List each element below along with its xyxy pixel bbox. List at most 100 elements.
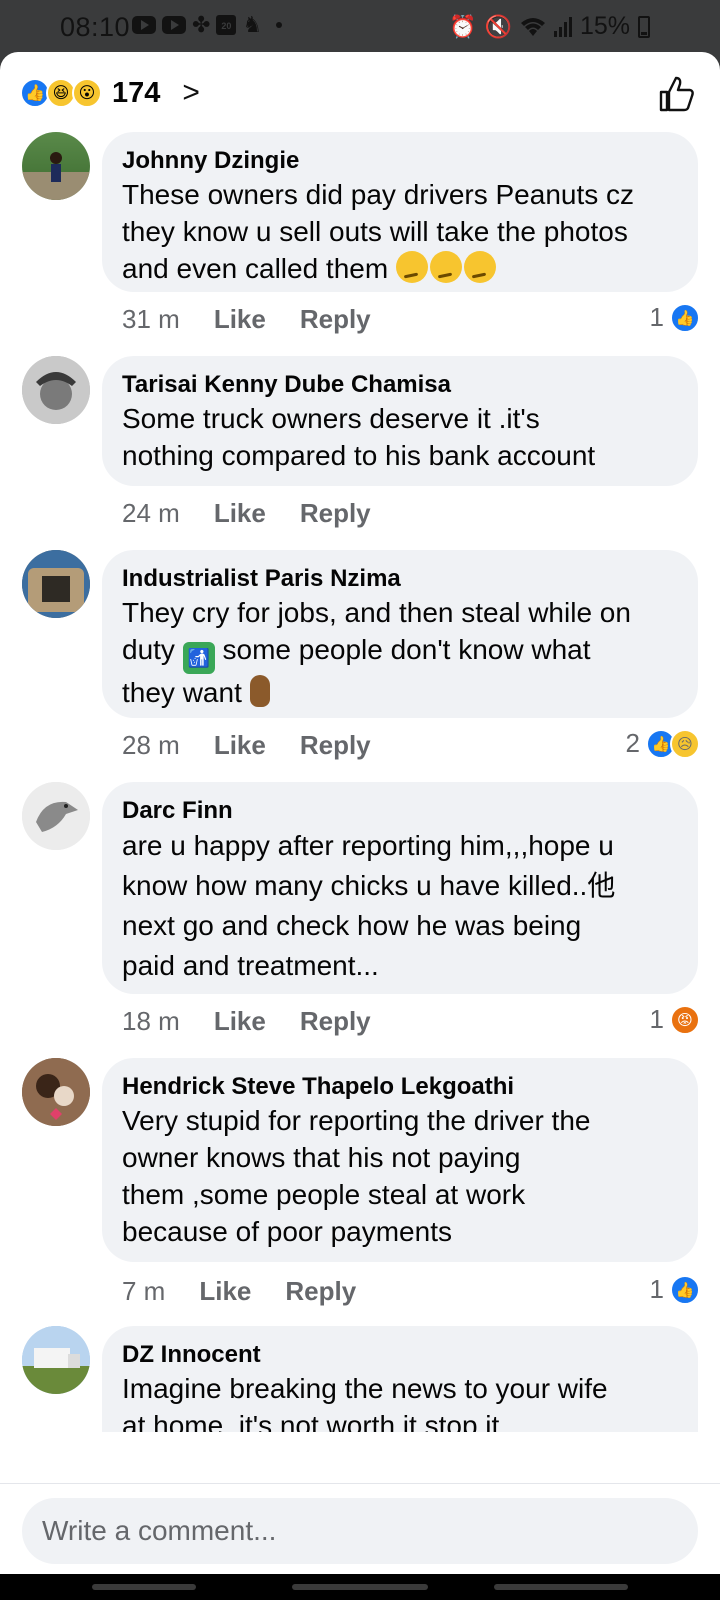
comment-reactions[interactable]: 1 😡 <box>650 1004 700 1035</box>
system-navigation-bar <box>0 1574 720 1600</box>
like-button[interactable]: Like <box>214 730 266 761</box>
comment-reaction-count: 2 <box>625 728 640 758</box>
nav-indicator[interactable] <box>292 1584 428 1590</box>
avatar[interactable] <box>22 550 90 618</box>
reply-button[interactable]: Reply <box>300 730 371 761</box>
comment-line: These owners did pay drivers Peanuts cz <box>122 179 635 210</box>
avatar[interactable] <box>22 1058 90 1126</box>
comment-author[interactable]: Darc Finn <box>122 796 678 826</box>
comment-line: at home, it's not worth it stop it. <box>122 1410 508 1432</box>
comment-author[interactable]: Johnny Dzingie <box>122 146 678 176</box>
comment-meta: 31 m Like Reply <box>122 304 371 335</box>
comment-line-text: some people don't know what <box>222 634 591 665</box>
comment-reaction-count: 1 <box>649 1004 664 1034</box>
comment-bubble: Industrialist Paris Nzima They cry for j… <box>102 550 698 718</box>
reply-button[interactable]: Reply <box>300 498 371 529</box>
status-time: 08:10 <box>60 12 131 42</box>
chevron-right-icon: > <box>182 76 200 109</box>
nav-indicator[interactable] <box>92 1584 196 1590</box>
comments-sheet: 👍 😆 😮 174 > Johnny Dzingie These owners … <box>0 52 720 1574</box>
comment-list: Johnny Dzingie These owners did pay driv… <box>0 132 720 1432</box>
signal-icon <box>553 16 572 37</box>
comment-meta: 7 m Like Reply <box>122 1276 356 1307</box>
battery-icon <box>638 15 650 38</box>
like-button[interactable]: Like <box>214 304 266 335</box>
youtube-icon <box>162 16 186 34</box>
reactions-header: 👍 😆 😮 174 > <box>0 52 720 132</box>
comment-reaction-count: 1 <box>649 302 664 332</box>
thumbs-up-icon[interactable] <box>656 74 696 114</box>
comment-composer <box>0 1483 720 1574</box>
comment-line-text: they want <box>122 677 242 708</box>
mute-icon: 🔇 <box>484 13 512 39</box>
comment-input[interactable] <box>22 1498 698 1564</box>
comment-time: 18 m <box>122 1006 180 1036</box>
comment-line: they know u sell outs will take the phot… <box>122 216 628 247</box>
comment-line: and even called them <box>122 250 678 287</box>
comment-reaction-count: 1 <box>649 1274 664 1304</box>
comment-time: 24 m <box>122 498 180 528</box>
comment-line: They cry for jobs, and then steal while … <box>122 597 631 628</box>
nav-indicator[interactable] <box>494 1584 628 1590</box>
accessibility-icon: ♞ <box>242 12 263 37</box>
youtube-icon <box>132 16 156 34</box>
comment-author[interactable]: Tarisai Kenny Dube Chamisa <box>122 370 678 400</box>
comment-line: Imagine breaking the news to your wife <box>122 1373 608 1404</box>
comment-line: because of poor payments <box>122 1216 452 1247</box>
comment-bubble: Tarisai Kenny Dube Chamisa Some truck ow… <box>102 356 698 486</box>
more-notifications-dot <box>276 22 283 28</box>
avatar[interactable] <box>22 356 90 424</box>
comment-line-text: and even called them <box>122 253 389 284</box>
reactions-summary[interactable]: 👍 😆 😮 174 > <box>20 76 200 110</box>
wifi-icon <box>520 17 545 36</box>
avatar[interactable] <box>22 1326 90 1394</box>
like-button[interactable]: Like <box>199 1276 251 1307</box>
battery-percent: 15% <box>579 12 630 40</box>
comment-reactions[interactable]: 1 👍 <box>650 1274 700 1305</box>
comment-line: paid and treatment... <box>122 950 379 981</box>
like-button[interactable]: Like <box>214 498 266 529</box>
comment-line: they want <box>122 674 678 711</box>
comment-line: them ,some people steal at work <box>122 1179 526 1210</box>
sad-reaction-icon: 😥 <box>670 728 700 759</box>
reply-button[interactable]: Reply <box>285 1276 356 1307</box>
comment-reactions[interactable]: 1 👍 <box>650 302 700 333</box>
comment-line: know how many chicks u have killed..他 <box>122 870 616 901</box>
reply-button[interactable]: Reply <box>300 304 371 335</box>
angry-reaction-icon: 😡 <box>670 1004 700 1035</box>
comment-bubble: Hendrick Steve Thapelo Lekgoathi Very st… <box>102 1058 698 1262</box>
like-reaction-icon: 👍 <box>670 1274 700 1305</box>
comment-time: 28 m <box>122 730 180 760</box>
comment-author[interactable]: Industrialist Paris Nzima <box>122 564 678 594</box>
status-notification-icons: ✤ 20 ♞ <box>132 12 283 37</box>
comment-text: are u happy after reporting him,,,hope u… <box>122 826 678 986</box>
alarm-icon: ⏰ <box>449 13 477 39</box>
pointing-finger-icon <box>249 675 270 707</box>
fan-icon: ✤ <box>192 12 211 37</box>
thinking-face-icon <box>395 251 428 283</box>
comment-author[interactable]: DZ Innocent <box>122 1340 678 1370</box>
comment-line: duty 🚮 some people don't know what <box>122 631 678 674</box>
avatar[interactable] <box>22 132 90 200</box>
avatar[interactable] <box>22 782 90 850</box>
calendar-icon: 20 <box>216 15 237 35</box>
like-button[interactable]: Like <box>214 1006 266 1037</box>
comment-bubble: DZ Innocent Imagine breaking the news to… <box>102 1326 698 1432</box>
comment-author[interactable]: Hendrick Steve Thapelo Lekgoathi <box>122 1072 678 1102</box>
comment-line: are u happy after reporting him,,,hope u <box>122 830 614 861</box>
comment-line: nothing compared to his bank account <box>122 440 596 471</box>
comment-bubble: Darc Finn are u happy after reporting hi… <box>102 782 698 994</box>
litter-bin-icon: 🚮 <box>182 642 215 674</box>
thinking-face-icon <box>463 251 496 283</box>
comment-meta: 28 m Like Reply <box>122 730 371 761</box>
comment-line-text: duty <box>122 634 175 665</box>
comment-time: 31 m <box>122 304 180 334</box>
comment-time: 7 m <box>122 1276 166 1306</box>
reply-button[interactable]: Reply <box>300 1006 371 1037</box>
comment-text: Very stupid for reporting the driver the… <box>122 1102 678 1250</box>
comment-meta: 24 m Like Reply <box>122 498 371 529</box>
comment-line: Very stupid for reporting the driver the <box>122 1105 591 1136</box>
status-system-icons: ⏰ 🔇 15% <box>449 12 650 41</box>
comment-line: owner knows that his not paying <box>122 1142 521 1173</box>
comment-reactions[interactable]: 2 👍 😥 <box>626 728 700 759</box>
